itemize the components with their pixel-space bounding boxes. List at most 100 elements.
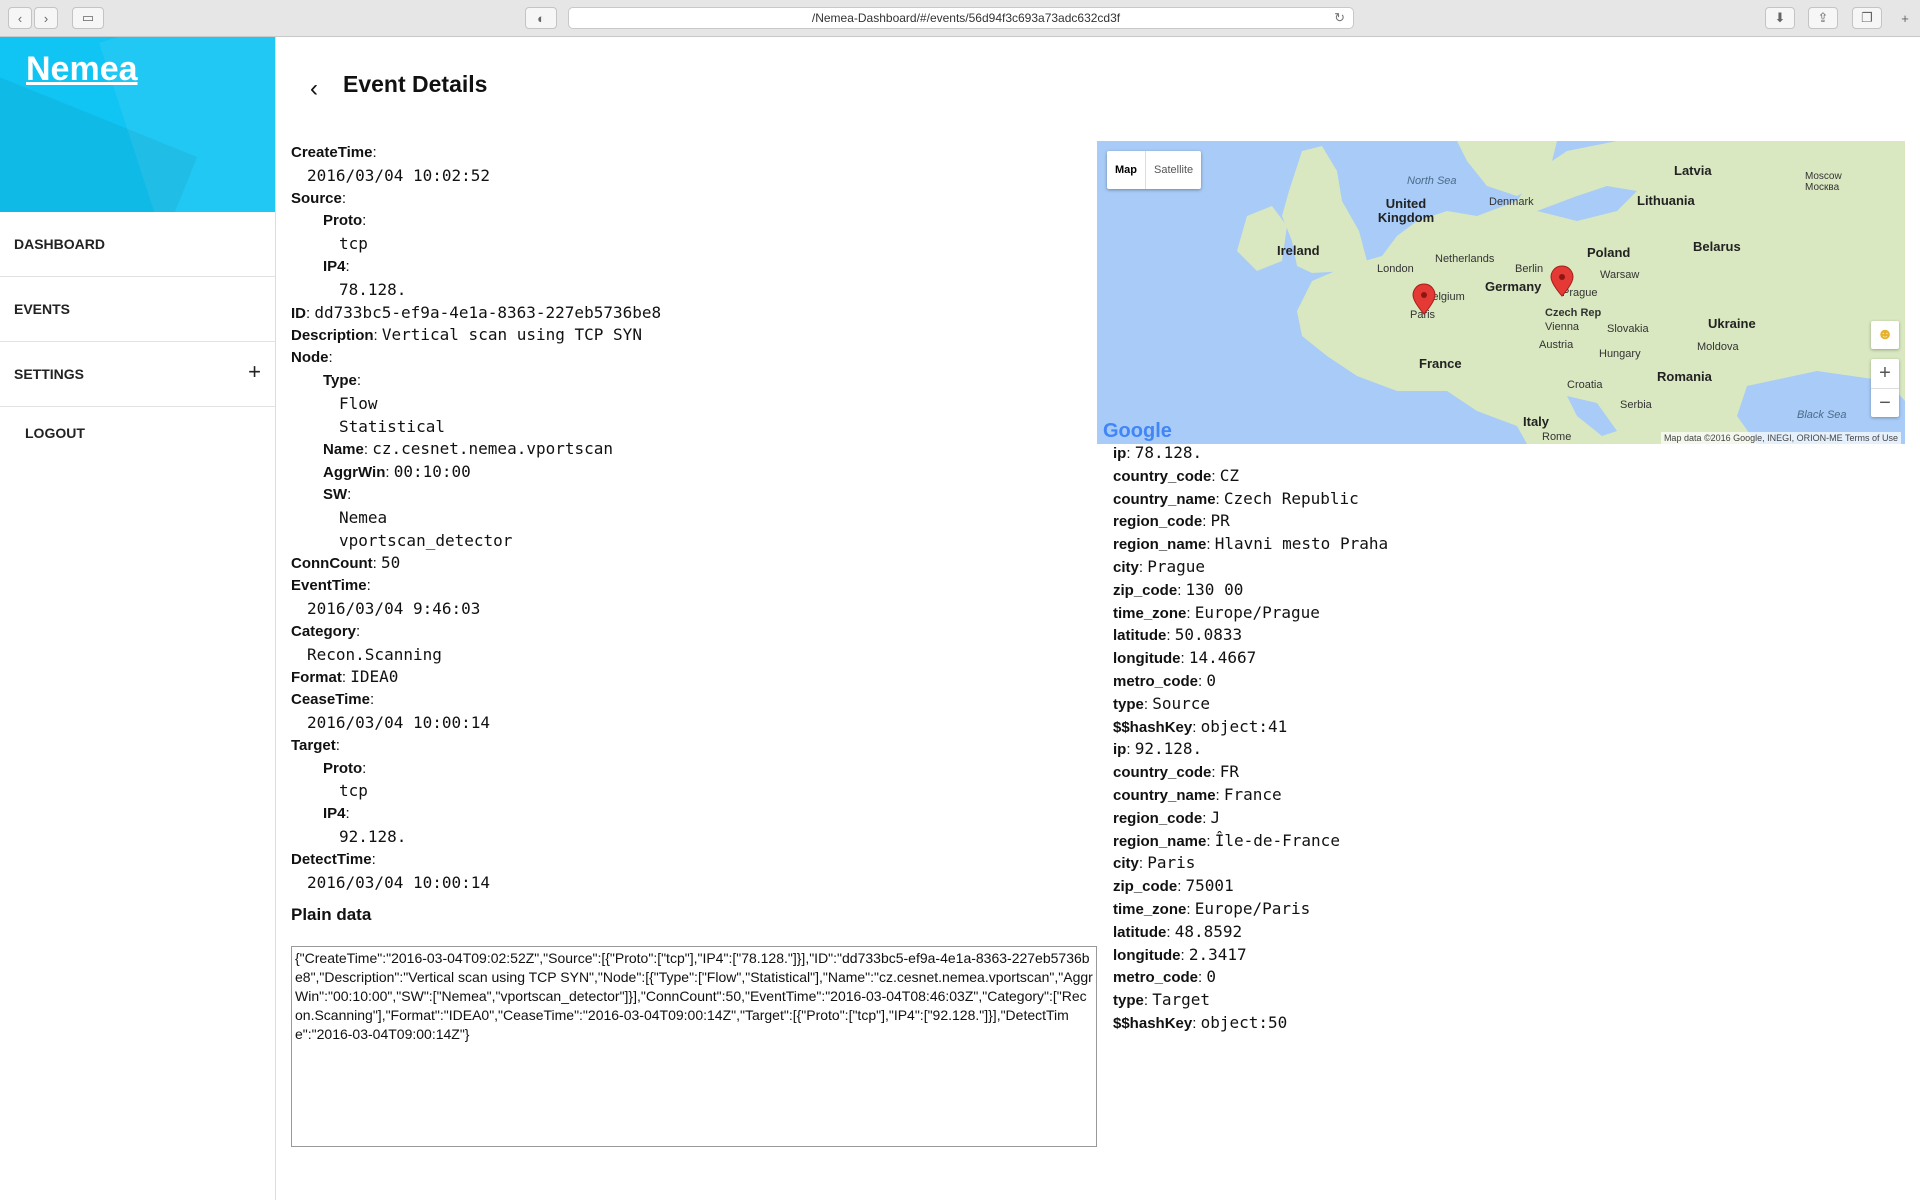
field-target-proto: Proto:	[323, 759, 367, 777]
field-createtime: CreateTime:	[291, 144, 377, 161]
field-label: country_name	[1113, 490, 1216, 508]
geo-value: object:41	[1200, 716, 1288, 736]
field-label: city	[1113, 558, 1139, 576]
field-value-row: tcp	[291, 780, 1051, 803]
map-label: Ireland	[1277, 243, 1320, 258]
field-target: Target:	[291, 736, 340, 754]
sidebar-toggle-icon[interactable]: ▭	[72, 7, 104, 29]
geo-value: Source	[1152, 693, 1210, 713]
geo-value: 78.128.	[1134, 443, 1203, 462]
map-label: Croatia	[1567, 379, 1603, 391]
geo-value: 14.4667	[1188, 648, 1257, 668]
geo-source-longitude: longitude: 14.4667	[1113, 648, 1257, 668]
field-target-ip4: IP4:	[323, 805, 350, 823]
create-time-value: 2016/03/04 10:02:52	[307, 165, 491, 185]
field-label: Category	[291, 622, 357, 640]
field-node: Node:	[291, 349, 333, 367]
map-type-map-button[interactable]: Map	[1107, 151, 1145, 189]
map-label: Poland	[1587, 245, 1631, 260]
plain-data-title: Plain data	[291, 905, 372, 924]
field-label: type	[1113, 695, 1144, 713]
node-type-value: Statistical	[339, 416, 445, 436]
zoom-out-button[interactable]: −	[1871, 388, 1899, 417]
field-label: ID	[291, 304, 306, 322]
geo-source-country-code: country_code: CZ	[1113, 465, 1239, 485]
geo-value: PR	[1210, 511, 1230, 531]
geo-target-type: type: Target	[1113, 990, 1210, 1010]
field-label: region_code	[1113, 513, 1203, 531]
field-label: metro_code	[1113, 672, 1199, 690]
field-label: zip_code	[1113, 878, 1178, 896]
map-label: Prague	[1562, 287, 1598, 299]
field-category: Category:	[291, 622, 361, 640]
geo-value: CZ	[1219, 465, 1239, 485]
sidebar-item-label: DASHBOARD	[14, 236, 105, 252]
event-map[interactable]: Map Satellite North Sea United Kingdom I…	[1097, 141, 1905, 444]
map-label: Berlin	[1515, 263, 1544, 275]
new-tab-icon[interactable]: +	[1894, 7, 1916, 29]
field-label: SW	[323, 485, 348, 503]
geo-value: 2.3417	[1188, 944, 1247, 964]
address-bar[interactable]: /Nemea-Dashboard/#/events/56d94f3c693a73…	[568, 7, 1354, 29]
field-label: longitude	[1113, 650, 1181, 668]
tabs-icon[interactable]: ❐	[1852, 7, 1882, 29]
map-type-satellite-button[interactable]: Satellite	[1145, 151, 1201, 189]
map-label: Moldova	[1697, 341, 1739, 353]
field-label: region_name	[1113, 536, 1207, 554]
field-label: region_name	[1113, 832, 1207, 850]
field-value-row: tcp	[291, 233, 1051, 256]
map-label: Ukraine	[1708, 316, 1756, 331]
field-label: ConnCount	[291, 555, 373, 573]
field-label: Node	[291, 349, 329, 367]
field-value-row: Statistical	[291, 416, 1051, 439]
field-value-row: Recon.Scanning	[291, 644, 1051, 667]
forward-arrow-icon[interactable]: ›	[34, 7, 58, 29]
expand-icon[interactable]: +	[248, 359, 261, 385]
description-value: Vertical scan using TCP SYN	[381, 325, 642, 345]
back-chevron-icon[interactable]: ‹	[310, 75, 318, 103]
geo-target-metro-code: metro_code: 0	[1113, 967, 1217, 987]
download-icon[interactable]: ⬇	[1765, 7, 1795, 29]
node-name-value: cz.cesnet.nemea.vportscan	[372, 439, 614, 459]
event-details: CreateTime: 2016/03/04 10:02:52 Source: …	[291, 142, 1051, 894]
field-label: Proto	[323, 212, 363, 230]
geo-source-city: city: Prague	[1113, 556, 1205, 576]
geo-value: Île-de-France	[1214, 830, 1340, 850]
field-label: Description	[291, 327, 374, 345]
field-value-row: 78.128.	[291, 279, 1051, 302]
street-view-pegman-icon[interactable]: ☻	[1871, 321, 1899, 349]
map-label: Slovakia	[1607, 323, 1649, 335]
field-label: city	[1113, 855, 1139, 873]
sidebar-item-dashboard[interactable]: DASHBOARD	[0, 212, 275, 277]
field-label: zip_code	[1113, 581, 1178, 599]
plain-data-textarea[interactable]: {"CreateTime":"2016-03-04T09:02:52Z","So…	[291, 946, 1097, 1147]
sidebar-item-settings[interactable]: SETTINGS +	[0, 342, 275, 407]
sidebar-item-events[interactable]: EVENTS	[0, 277, 275, 342]
field-source-proto: Proto:	[323, 212, 367, 230]
map-label: Hungary	[1599, 348, 1641, 360]
back-arrow-icon[interactable]: ‹	[8, 7, 32, 29]
privacy-shield-icon[interactable]: ◐	[525, 7, 557, 29]
share-icon[interactable]: ⇪	[1808, 7, 1838, 29]
zoom-in-button[interactable]: +	[1871, 359, 1899, 388]
geo-source-zip-code: zip_code: 130 00	[1113, 579, 1244, 599]
node-sw-value: Nemea	[339, 507, 388, 527]
field-label: Format	[291, 669, 342, 687]
field-value-row: 2016/03/04 10:02:52	[291, 165, 1051, 188]
map-label: Warsaw	[1600, 269, 1640, 281]
land-ireland	[1237, 206, 1287, 271]
field-label: country_name	[1113, 786, 1216, 804]
geo-target-latitude: latitude: 48.8592	[1113, 921, 1243, 941]
geo-source-region-name: region_name: Hlavni mesto Praha	[1113, 534, 1389, 554]
id-value: dd733bc5-ef9a-4e1a-8363-227eb5736be8	[314, 302, 662, 322]
reload-icon[interactable]: ↻	[1334, 10, 1345, 26]
brand-link[interactable]: Nemea	[26, 50, 138, 89]
geo-value: Hlavni mesto Praha	[1214, 534, 1389, 554]
map-label: Black Sea	[1797, 409, 1847, 421]
map-zoom-control: + −	[1871, 359, 1899, 417]
geo-value: 92.128.	[1134, 739, 1203, 759]
map-label: Belarus	[1693, 239, 1741, 254]
field-label: $$hashKey	[1113, 718, 1193, 736]
field-node-sw: SW:	[323, 485, 352, 503]
sidebar-item-logout[interactable]: LOGOUT	[0, 407, 275, 459]
